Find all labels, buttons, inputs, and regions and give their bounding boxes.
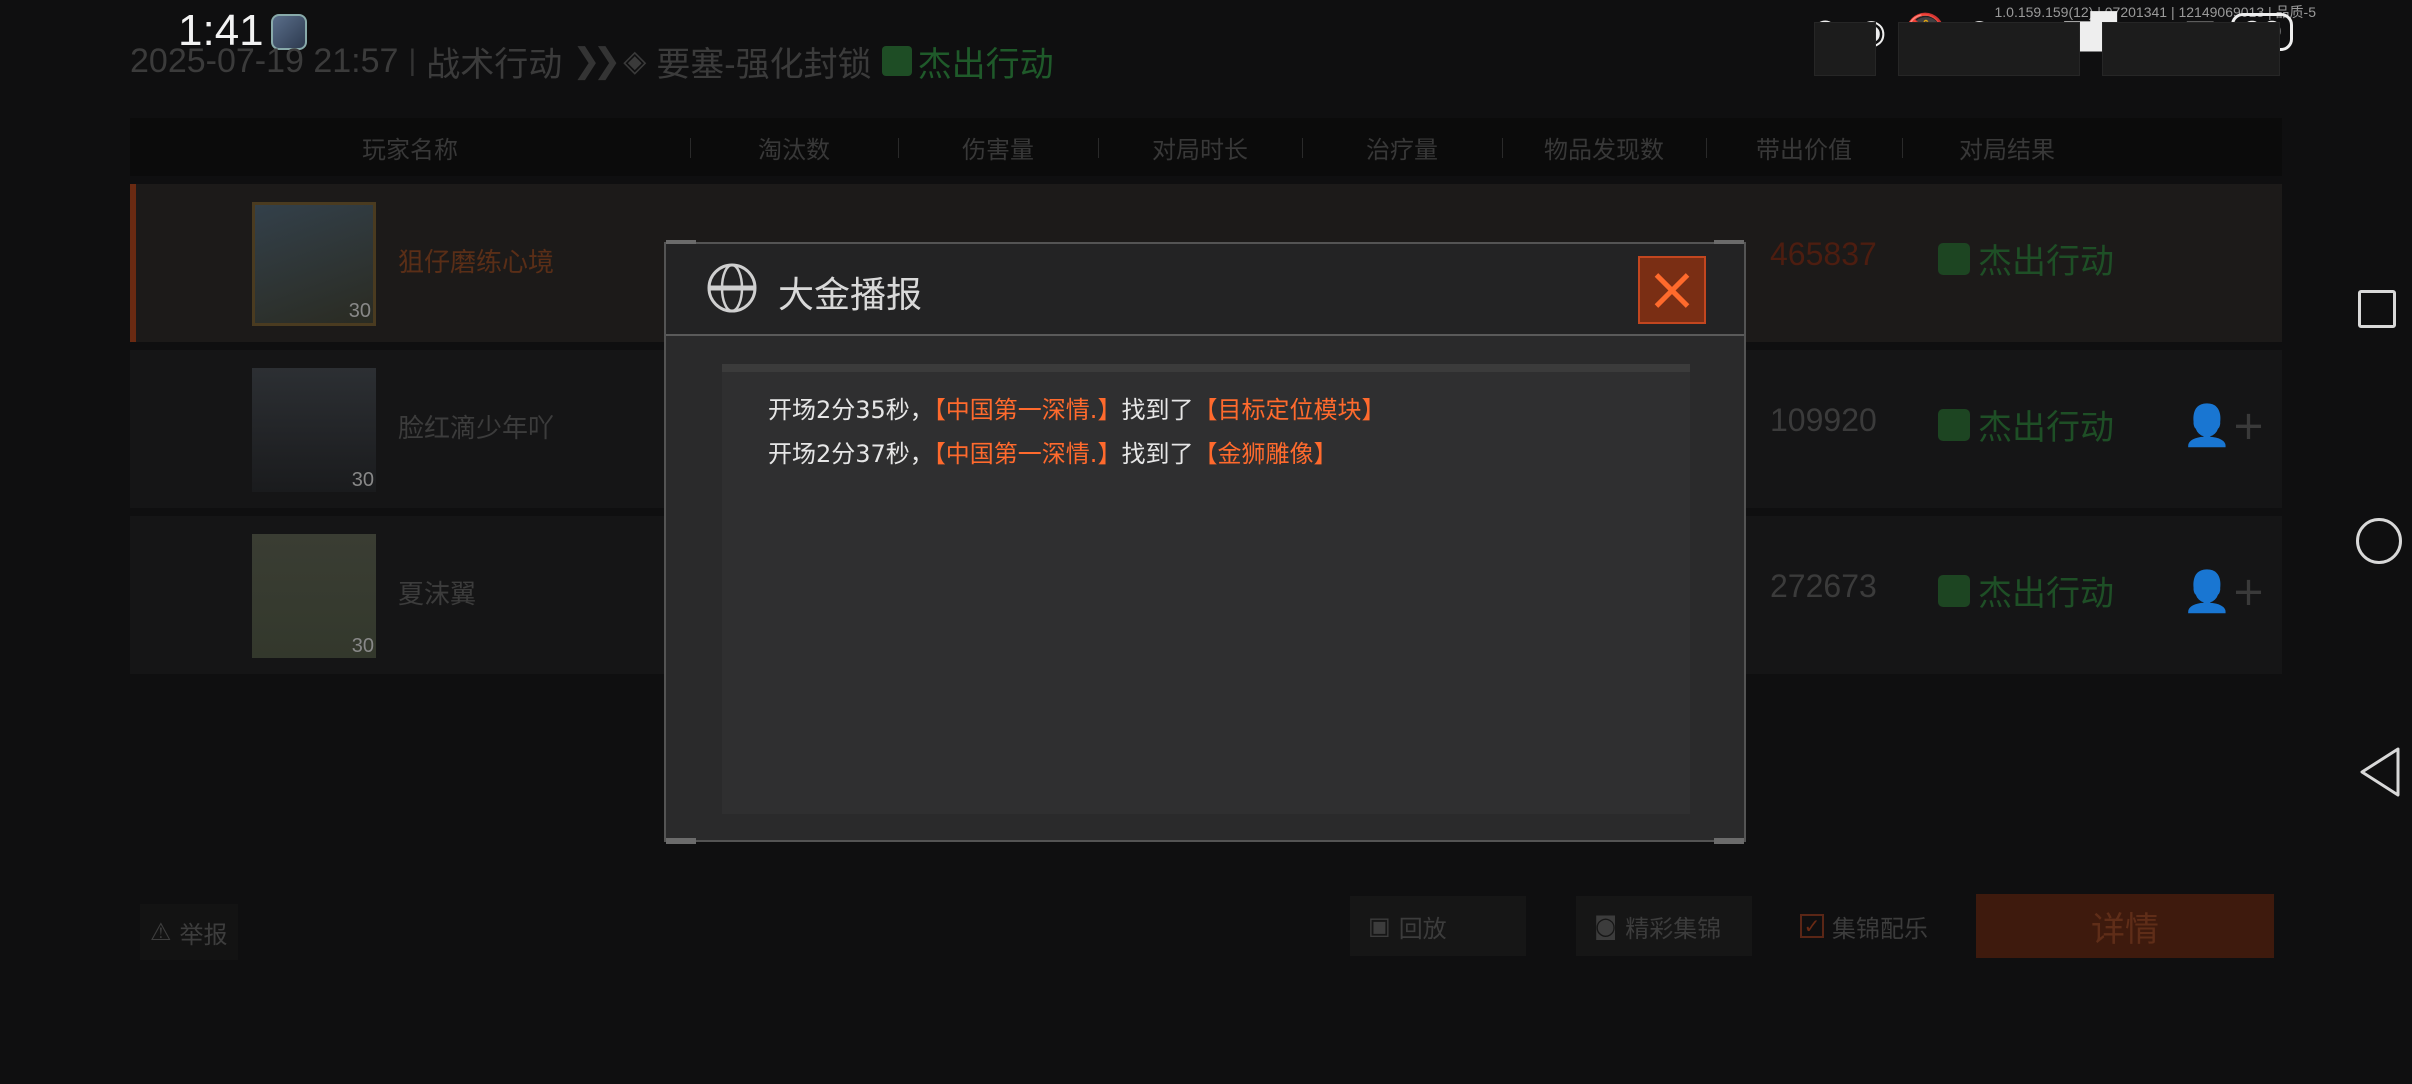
top-action-button[interactable] bbox=[1898, 22, 2080, 76]
level-label: 30 bbox=[348, 300, 371, 322]
avatar[interactable]: 30 bbox=[252, 368, 376, 492]
broadcast-list: 开场2分35秒，【中国第一深情.】找到了【目标定位模块】 开场2分37秒，【中国… bbox=[722, 364, 1690, 814]
gold-broadcast-dialog: 大金播报 开场2分35秒，【中国第一深情.】找到了【目标定位模块】 开场2分37… bbox=[664, 240, 1746, 844]
column-header: 对局时长 bbox=[1098, 130, 1302, 165]
frame-corner bbox=[666, 838, 696, 844]
frame-corner bbox=[1714, 838, 1744, 844]
highlights-button[interactable]: ◙ 精彩集锦 bbox=[1576, 896, 1752, 956]
film-icon: ▣ bbox=[1368, 912, 1391, 940]
message-verb: 找到了 bbox=[1121, 440, 1194, 468]
add-friend-icon[interactable]: 👤+ bbox=[2182, 402, 2265, 449]
table-header: 玩家名称 淘汰数 伤害量 对局时长 治疗量 物品发现数 带出价值 对局结果 bbox=[130, 118, 2282, 176]
message-time: 开场2分35秒， bbox=[768, 396, 934, 424]
back-icon[interactable] bbox=[2358, 746, 2402, 798]
share-button[interactable] bbox=[1814, 22, 1876, 76]
divider: | bbox=[408, 44, 417, 77]
column-header: 物品发现数 bbox=[1502, 130, 1706, 165]
player-name: 夏沫翼 bbox=[398, 580, 477, 610]
message-item: 【金狮雕像】 bbox=[1193, 440, 1338, 468]
dialog-title-bar: 大金播报 bbox=[666, 244, 1744, 336]
fire-badge-icon bbox=[1938, 408, 1970, 441]
fire-badge-icon bbox=[881, 46, 912, 76]
home-button[interactable] bbox=[2356, 518, 2402, 564]
avatar[interactable]: 30 bbox=[252, 202, 376, 326]
message-player: 【中国第一深情.】 bbox=[933, 440, 1122, 468]
match-result: 杰出行动 bbox=[1938, 566, 2114, 615]
highlight-music-checkbox[interactable]: ✓ 集锦配乐 bbox=[1800, 896, 1928, 956]
level-label: 30 bbox=[351, 635, 374, 657]
globe-icon bbox=[707, 263, 757, 313]
match-result: 杰出行动 bbox=[1938, 400, 2114, 449]
recent-apps-button[interactable] bbox=[2358, 290, 2396, 328]
replay-label: 回放 bbox=[1398, 914, 1447, 943]
report-label: 举报 bbox=[179, 920, 228, 949]
chevron-right-icon: ❯❯ bbox=[572, 42, 621, 80]
dialog-title: 大金播报 bbox=[778, 275, 923, 316]
message-item: 【目标定位模块】 bbox=[1193, 396, 1386, 424]
column-header: 伤害量 bbox=[898, 130, 1098, 165]
message-time: 开场2分37秒， bbox=[768, 440, 934, 468]
result-label: 杰出行动 bbox=[1978, 242, 2114, 282]
close-button[interactable] bbox=[1638, 256, 1706, 324]
extract-value: 465837 bbox=[1770, 236, 1877, 272]
match-result: 杰出行动 bbox=[881, 37, 1054, 86]
player-name: 狙仔磨练心境 bbox=[398, 248, 555, 278]
top-right-buttons bbox=[1814, 22, 2280, 76]
match-mode: 战术行动 bbox=[426, 45, 563, 84]
message-verb: 找到了 bbox=[1121, 396, 1194, 424]
match-header: 2025-07-19 21:57 | 战术行动 ❯❯ ◈ 要塞-强化封锁 杰出行… bbox=[130, 36, 1054, 86]
result-label: 杰出行动 bbox=[1978, 408, 2114, 448]
extract-value: 272673 bbox=[1770, 568, 1877, 604]
match-datetime: 2025-07-19 21:57 bbox=[130, 41, 399, 80]
column-header: 对局结果 bbox=[1902, 130, 2112, 165]
message-player: 【中国第一深情.】 bbox=[933, 396, 1122, 424]
replay-button[interactable]: ▣ 回放 bbox=[1350, 896, 1526, 956]
match-map: 要塞-强化封锁 bbox=[656, 45, 872, 84]
details-button[interactable]: 详情 bbox=[1976, 894, 2274, 958]
extract-value: 109920 bbox=[1770, 402, 1877, 438]
report-button[interactable]: ⚠ 举报 bbox=[140, 904, 238, 960]
warning-icon: ⚠ bbox=[150, 918, 172, 946]
map-marker-icon: ◈ bbox=[623, 44, 647, 78]
result-label: 杰出行动 bbox=[1978, 574, 2114, 614]
add-friend-icon[interactable]: 👤+ bbox=[2182, 568, 2265, 615]
back-button[interactable] bbox=[2102, 22, 2280, 76]
column-header: 玩家名称 bbox=[362, 135, 458, 164]
level-label: 30 bbox=[351, 469, 374, 491]
match-result-label: 杰出行动 bbox=[917, 45, 1054, 84]
camera-icon: ◙ bbox=[1594, 912, 1618, 940]
highlights-label: 精彩集锦 bbox=[1625, 914, 1722, 943]
self-highlight-bar bbox=[130, 184, 136, 342]
broadcast-message: 开场2分35秒，【中国第一深情.】找到了【目标定位模块】 bbox=[768, 390, 1385, 425]
player-name: 脸红滴少年吖 bbox=[398, 414, 555, 444]
fire-badge-icon bbox=[1938, 574, 1970, 607]
fire-badge-icon bbox=[1938, 242, 1970, 275]
match-result: 杰出行动 bbox=[1938, 234, 2114, 283]
column-header: 治疗量 bbox=[1302, 130, 1502, 165]
music-label: 集锦配乐 bbox=[1832, 914, 1928, 943]
column-header: 带出价值 bbox=[1706, 130, 1902, 165]
column-header: 淘汰数 bbox=[690, 130, 898, 165]
broadcast-message: 开场2分37秒，【中国第一深情.】找到了【金狮雕像】 bbox=[768, 434, 1337, 469]
avatar[interactable]: 30 bbox=[252, 534, 376, 658]
checkbox-checked-icon: ✓ bbox=[1800, 914, 1824, 938]
